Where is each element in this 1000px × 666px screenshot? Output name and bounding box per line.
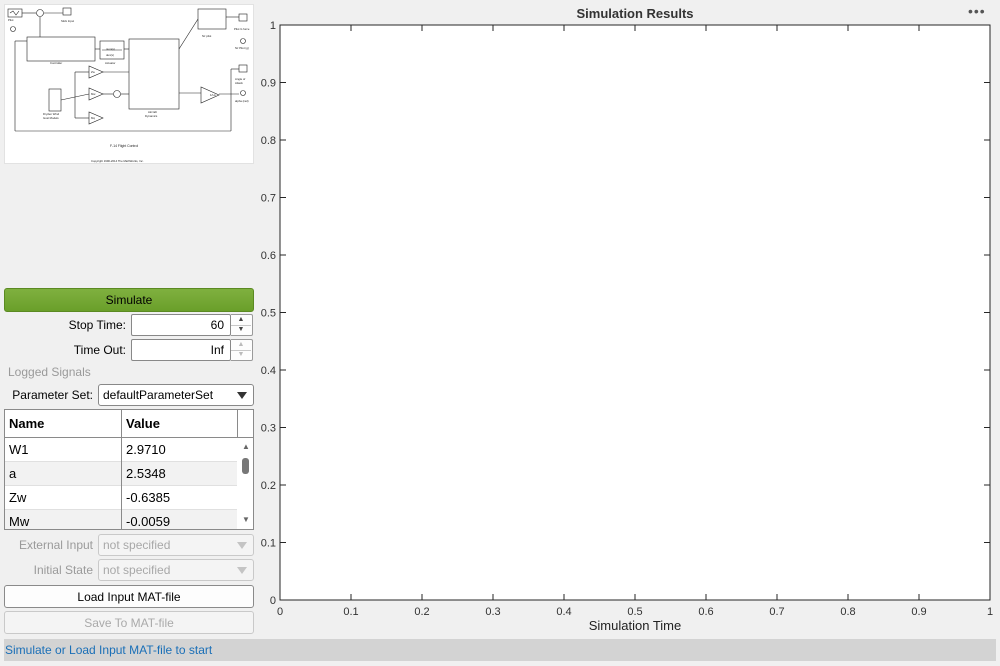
y-tick-label: 0.1 xyxy=(261,538,276,550)
column-header-value[interactable]: Value xyxy=(122,410,239,438)
stop-time-label: Stop Time: xyxy=(68,318,126,332)
x-tick-label: 0.2 xyxy=(414,606,429,618)
x-tick-label: 0 xyxy=(277,606,283,618)
column-header-filler xyxy=(239,410,253,438)
spinner-down-icon[interactable]: ▼ xyxy=(231,350,251,360)
table-cell-value[interactable]: 2.9710 xyxy=(122,438,237,462)
table-cell-value[interactable]: 2.5348 xyxy=(122,462,237,486)
svg-text:Nz pilot: Nz pilot xyxy=(202,34,212,38)
spinner-down-icon[interactable]: ▼ xyxy=(231,325,251,335)
svg-text:Stick Input: Stick Input xyxy=(61,19,74,23)
svg-text:1/Uo: 1/Uo xyxy=(210,93,216,97)
external-input-value: not specified xyxy=(103,538,171,552)
save-to-mat-file-button[interactable]: Save To MAT-file xyxy=(4,611,254,634)
x-tick-label: 0.5 xyxy=(627,606,642,618)
external-input-dropdown[interactable]: not specified xyxy=(98,534,254,556)
svg-text:Mq: Mq xyxy=(91,116,95,120)
model-diagram: Stick Input Pilot Controller Actuator Ai… xyxy=(4,4,254,164)
time-out-spinner[interactable]: ▲ ▼ xyxy=(231,339,253,361)
chevron-down-icon xyxy=(237,542,247,549)
svg-text:num(s): num(s) xyxy=(106,47,115,51)
table-scrollbar[interactable]: ▲ ▼ xyxy=(239,440,253,529)
table-cell-value[interactable]: -0.0059 xyxy=(122,510,237,529)
y-tick-label: 1 xyxy=(270,20,276,32)
x-tick-label: 0.3 xyxy=(485,606,500,618)
x-tick-label: 0.9 xyxy=(911,606,926,618)
y-tick-label: 0.6 xyxy=(261,250,276,262)
x-tick-label: 1 xyxy=(987,606,993,618)
parameter-set-value: defaultParameterSet xyxy=(103,388,214,402)
y-tick-label: 0.2 xyxy=(261,480,276,492)
y-tick-label: 0.4 xyxy=(261,365,276,377)
scrollbar-thumb[interactable] xyxy=(242,458,249,474)
y-tick-label: 0.9 xyxy=(261,78,276,90)
table-cell-name[interactable]: W1 xyxy=(5,438,121,462)
y-tick-label: 0.3 xyxy=(261,423,276,435)
svg-text:Gust Models: Gust Models xyxy=(43,116,59,120)
table-cell-name[interactable]: Zw xyxy=(5,486,121,510)
parameter-set-label: Parameter Set: xyxy=(12,388,93,402)
svg-text:Actuator: Actuator xyxy=(105,61,115,65)
svg-text:den(s): den(s) xyxy=(106,53,114,57)
initial-state-label: Initial State xyxy=(33,563,93,577)
stop-time-spinner[interactable]: ▲ ▼ xyxy=(231,314,253,336)
parameter-table[interactable]: Name Value W1 2.9710 a 2.5348 Zw -0.6385… xyxy=(4,409,254,530)
y-tick-label: 0.8 xyxy=(261,135,276,147)
y-tick-label: 0 xyxy=(270,595,276,607)
svg-text:Attack: Attack xyxy=(235,81,243,85)
x-tick-label: 0.1 xyxy=(343,606,358,618)
x-tick-label: 0.8 xyxy=(840,606,855,618)
diagram-title: F-14 Flight Control xyxy=(110,144,138,148)
table-cell-value[interactable]: -0.6385 xyxy=(122,486,237,510)
y-tick-label: 0.5 xyxy=(261,308,276,320)
chevron-down-icon xyxy=(237,567,247,574)
svg-text:Pilot: Pilot xyxy=(8,18,14,22)
initial-state-dropdown[interactable]: not specified xyxy=(98,559,254,581)
x-tick-label: 0.6 xyxy=(698,606,713,618)
parameter-set-dropdown[interactable]: defaultParameterSet xyxy=(98,384,254,406)
svg-text:Nz Pilot (g): Nz Pilot (g) xyxy=(235,46,249,50)
x-tick-label: 0.4 xyxy=(556,606,571,618)
simulate-button[interactable]: Simulate xyxy=(4,288,254,312)
initial-state-value: not specified xyxy=(103,563,171,577)
more-options-icon[interactable]: ••• xyxy=(968,3,986,19)
plot-area[interactable] xyxy=(279,24,991,601)
scroll-down-icon[interactable]: ▼ xyxy=(242,515,250,524)
x-tick-label: 0.7 xyxy=(769,606,784,618)
status-bar: Simulate or Load Input MAT-file to start xyxy=(4,639,996,661)
load-input-mat-file-button[interactable]: Load Input MAT-file xyxy=(4,585,254,608)
svg-text:Pilot G force: Pilot G force xyxy=(234,27,250,31)
column-header-name[interactable]: Name xyxy=(5,410,122,438)
time-out-label: Time Out: xyxy=(73,343,126,357)
logged-signals-checkbox[interactable]: Logged Signals xyxy=(8,365,91,379)
y-tick-label: 0.7 xyxy=(261,193,276,205)
stop-time-input[interactable]: 60 xyxy=(131,314,231,336)
external-input-label: External Input xyxy=(18,538,93,552)
svg-text:Dynamics: Dynamics xyxy=(145,114,158,118)
table-cell-name[interactable]: Mw xyxy=(5,510,121,529)
svg-text:alpha (rad): alpha (rad) xyxy=(235,99,249,103)
diagram-copyright: Copyright 1990-2014 The MathWorks, Inc. xyxy=(91,159,144,163)
table-cell-name[interactable]: a xyxy=(5,462,121,486)
chevron-down-icon xyxy=(237,392,247,399)
svg-text:Controller: Controller xyxy=(50,61,62,65)
time-out-input[interactable]: Inf xyxy=(131,339,231,361)
x-axis-label: Simulation Time xyxy=(589,618,681,633)
simulation-results-plot[interactable]: 0 0.1 0.2 0.3 0.4 0.5 0.6 0.7 0.8 0.9 1 0 0.1 0.2 0.3… xyxy=(259,18,999,638)
scroll-up-icon[interactable]: ▲ xyxy=(242,442,250,451)
